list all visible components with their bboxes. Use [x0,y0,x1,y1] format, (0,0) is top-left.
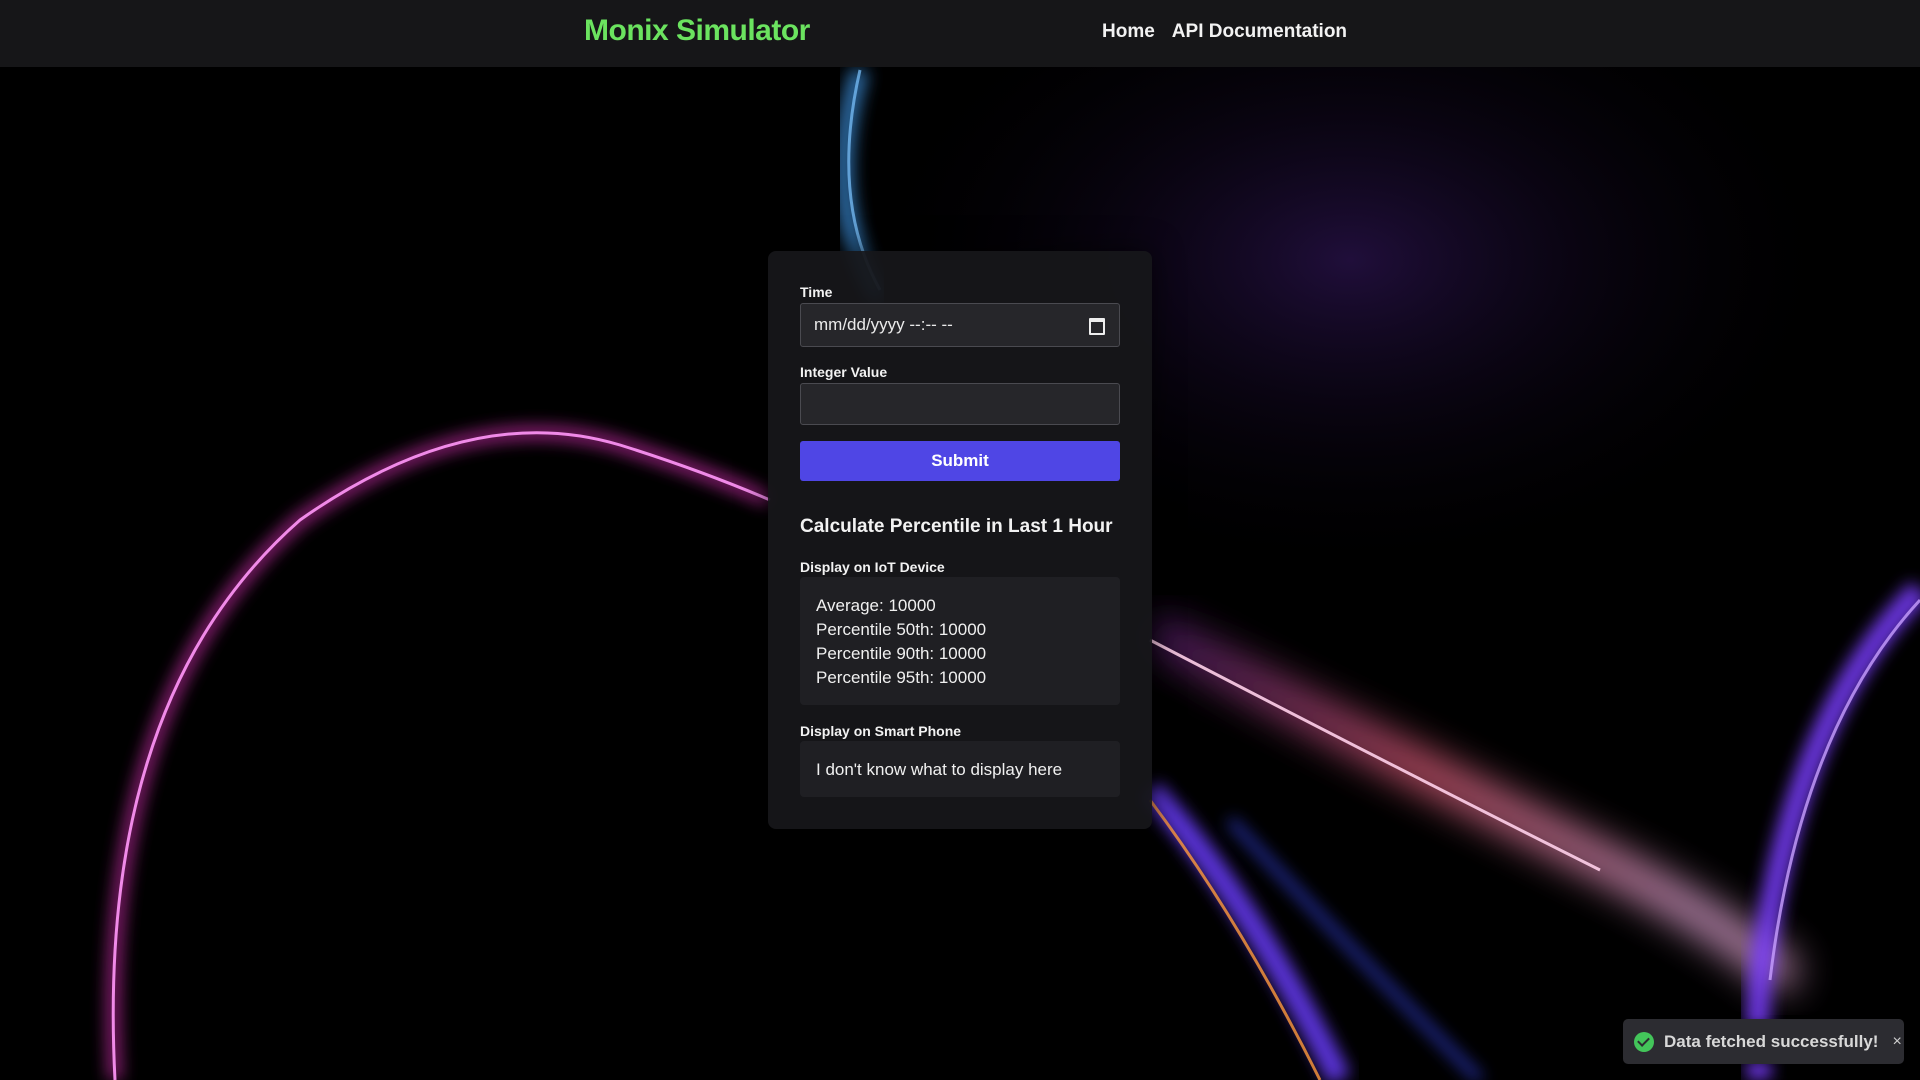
nav-link-home[interactable]: Home [1102,21,1155,43]
integer-value-label: Integer Value [800,364,888,380]
success-toast: Data fetched successfully! × [1623,1019,1904,1064]
time-input[interactable]: mm/dd/yyyy --:-- -- [800,303,1120,347]
check-circle-icon [1634,1031,1654,1052]
smart-phone-label: Display on Smart Phone [800,723,962,739]
stat-average: Average: 10000 [816,596,936,615]
time-label: Time [800,284,833,300]
simulator-card: Time mm/dd/yyyy --:-- -- Integer Value S… [768,251,1152,829]
percentile-section-title: Calculate Percentile in Last 1 Hour [800,516,1113,537]
iot-device-label: Display on IoT Device [800,559,945,575]
stat-percentile-95: Percentile 95th: 10000 [816,668,987,687]
top-navbar: Monix Simulator Home API Documentation [0,0,1920,67]
smart-phone-text: I don't know what to display here [816,760,1063,779]
nav-link-api-documentation[interactable]: API Documentation [1172,21,1347,43]
submit-button[interactable]: Submit [800,441,1120,481]
stat-percentile-90: Percentile 90th: 10000 [816,644,987,663]
iot-device-display: Average: 10000 Percentile 50th: 10000 Pe… [800,577,1120,705]
nav-links: Home API Documentation [1102,21,1347,43]
toast-message: Data fetched successfully! [1664,1031,1879,1051]
calendar-icon[interactable] [1089,318,1105,335]
time-input-placeholder: mm/dd/yyyy --:-- -- [814,315,953,334]
close-icon[interactable]: × [1892,1033,1901,1051]
stat-percentile-50: Percentile 50th: 10000 [816,620,987,639]
integer-value-input[interactable] [800,383,1120,425]
smart-phone-display: I don't know what to display here [800,741,1120,797]
brand-logo[interactable]: Monix Simulator [584,14,810,48]
